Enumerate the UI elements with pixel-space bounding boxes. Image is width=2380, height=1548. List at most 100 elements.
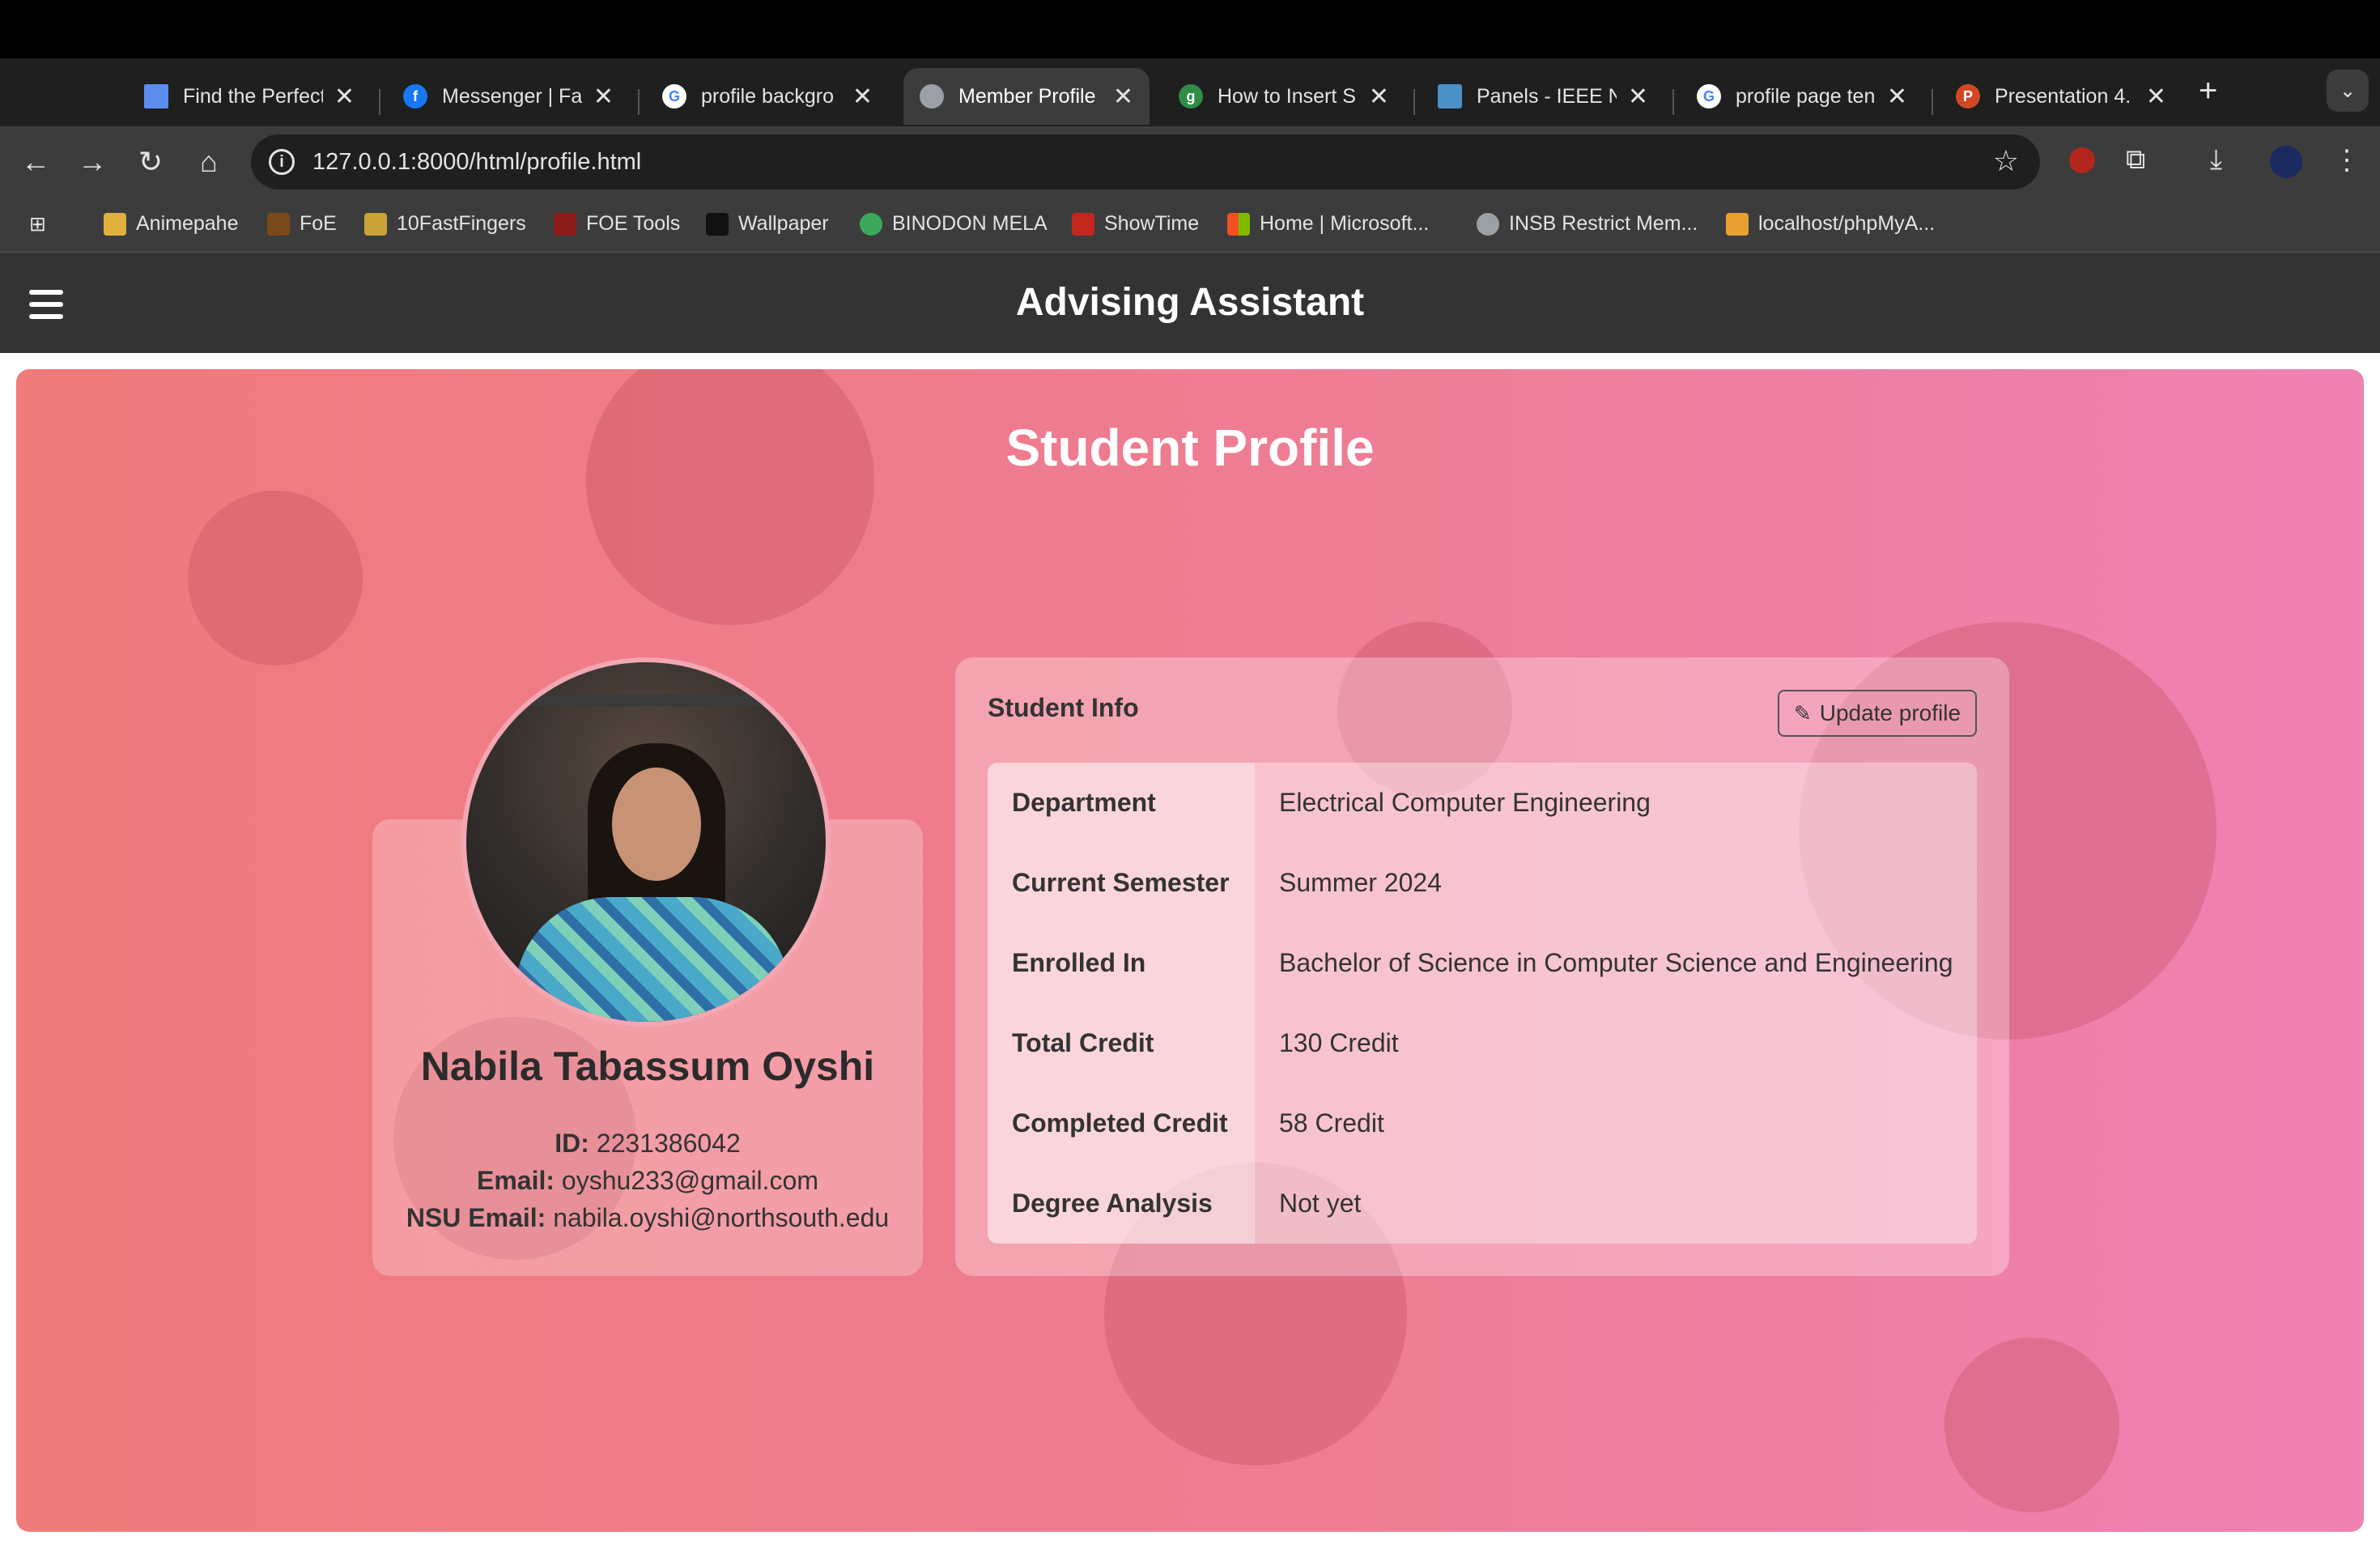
bookmark-star-icon[interactable]: ☆ — [1993, 144, 2019, 178]
address-bar[interactable]: i 127.0.0.1:8000/html/profile.html ☆ — [251, 134, 2040, 189]
background-beam — [466, 695, 826, 706]
student-id-line: ID: 2231386042 — [372, 1129, 923, 1159]
ublock-icon[interactable] — [2069, 147, 2095, 173]
close-tab-icon[interactable]: ✕ — [1113, 83, 1133, 111]
wallpaper-icon — [706, 212, 729, 236]
row-label: Total Credit — [1012, 1028, 1154, 1057]
bookmark-wallpaper[interactable]: Wallpaper — [706, 212, 829, 236]
tab-profile-background[interactable]: G profile backgro ✕ — [646, 68, 889, 125]
close-tab-icon[interactable]: ✕ — [852, 83, 873, 111]
flag-icon — [144, 84, 168, 108]
tab-title: Member Profile — [958, 84, 1096, 108]
table-row: Degree Analysis Not yet — [988, 1163, 1977, 1244]
id-label: ID: — [555, 1129, 589, 1158]
tab-search-icon[interactable]: ⌄ — [2327, 70, 2369, 112]
tab-title: profile backgro — [701, 84, 834, 108]
bookmark-phpmyadmin[interactable]: localhost/phpMyA... — [1726, 212, 1935, 236]
app-header: Advising Assistant — [0, 253, 2380, 353]
student-info-table: Department Electrical Computer Engineeri… — [988, 763, 1977, 1244]
avatar-face — [612, 768, 701, 881]
url-text[interactable]: 127.0.0.1:8000/html/profile.html — [312, 149, 641, 176]
row-label: Department — [1012, 788, 1156, 817]
close-tab-icon[interactable]: ✕ — [1628, 83, 1648, 111]
bookmark-showtime[interactable]: ShowTime — [1072, 212, 1199, 236]
phpmyadmin-icon — [1726, 212, 1749, 236]
site-info-icon[interactable]: i — [269, 149, 295, 175]
bookmark-foe[interactable]: FoE — [267, 212, 337, 236]
bookmarks-bar: ⊞ Animepahe FoE 10FastFingers FOE Tools … — [0, 198, 2380, 253]
tab-find-the-perfect[interactable]: Find the Perfect ✕ — [128, 68, 371, 125]
close-tab-icon[interactable]: ✕ — [593, 83, 614, 111]
hamburger-menu-icon[interactable] — [29, 290, 63, 319]
forward-icon[interactable]: → — [74, 144, 110, 180]
table-row: Current Semester Summer 2024 — [988, 843, 1977, 923]
tab-separator — [1413, 89, 1415, 115]
row-label: Current Semester — [1012, 868, 1230, 897]
home-icon[interactable]: ⌂ — [191, 144, 227, 180]
tab-panels-ieee[interactable]: Panels - IEEE N ✕ — [1422, 68, 1664, 125]
tab-title: profile page ten — [1736, 84, 1876, 108]
row-value: 130 Credit — [1279, 1028, 1399, 1057]
update-profile-button[interactable]: ✎ Update profile — [1778, 690, 1977, 737]
row-label: Completed Credit — [1012, 1108, 1228, 1138]
tab-separator — [1932, 89, 1933, 115]
tab-profile-page-template[interactable]: G profile page ten ✕ — [1681, 68, 1923, 125]
extensions-icon[interactable]: ⧉ — [2126, 144, 2145, 176]
tab-separator — [638, 89, 640, 115]
tab-how-to-insert[interactable]: g How to Insert S ✕ — [1162, 68, 1405, 125]
page-title: Student Profile — [1005, 419, 1375, 477]
google-icon: G — [1697, 84, 1721, 108]
facebook-icon: f — [403, 84, 427, 108]
bookmark-binodon-mela[interactable]: BINODON MELA — [860, 212, 1048, 236]
tab-separator — [1672, 89, 1674, 115]
tab-title: Panels - IEEE N — [1477, 84, 1617, 108]
bookmark-label: localhost/phpMyA... — [1758, 212, 1936, 235]
row-value: 58 Credit — [1279, 1108, 1384, 1138]
download-icon[interactable]: ⤓ — [2210, 144, 2222, 176]
decorative-bubble — [188, 491, 363, 666]
close-tab-icon[interactable]: ✕ — [1887, 83, 1907, 111]
email-value: oyshu233@gmail.com — [561, 1166, 818, 1195]
google-icon: G — [662, 84, 686, 108]
browser-toolbar: ← → ↻ ⌂ i 127.0.0.1:8000/html/profile.ht… — [0, 126, 2380, 198]
fingers-icon — [364, 212, 387, 236]
globe-icon — [920, 84, 944, 108]
table-row: Total Credit 130 Credit — [988, 1003, 1977, 1083]
student-info-title: Student Info — [988, 693, 1139, 722]
tab-presentation[interactable]: P Presentation 4. ✕ — [1940, 68, 2182, 125]
row-label: Enrolled In — [1012, 948, 1146, 977]
kebab-menu-icon[interactable]: ⋮ — [2333, 144, 2361, 176]
table-row: Enrolled In Bachelor of Science in Compu… — [988, 923, 1977, 1003]
bookmark-label: FOE Tools — [586, 212, 681, 235]
row-label: Degree Analysis — [1012, 1189, 1213, 1218]
row-value: Summer 2024 — [1279, 868, 1442, 897]
tab-messenger[interactable]: f Messenger | Fac ✕ — [387, 68, 630, 125]
tab-member-profile[interactable]: Member Profile ✕ — [903, 68, 1150, 125]
profile-avatar-icon[interactable] — [2270, 146, 2302, 178]
id-value: 2231386042 — [596, 1129, 741, 1158]
globe-icon — [860, 212, 882, 236]
bookmark-animepahe[interactable]: Animepahe — [104, 212, 238, 236]
reload-icon[interactable]: ↻ — [133, 144, 168, 180]
close-tab-icon[interactable]: ✕ — [334, 83, 355, 111]
bookmark-10fastfingers[interactable]: 10FastFingers — [364, 212, 526, 236]
geeksforgeeks-icon: g — [1179, 84, 1203, 108]
app-title: Advising Assistant — [1015, 281, 1365, 324]
row-value: Electrical Computer Engineering — [1279, 788, 1651, 817]
table-row: Department Electrical Computer Engineeri… — [988, 763, 1977, 843]
bookmark-microsoft[interactable]: Home | Microsoft... — [1227, 212, 1429, 236]
decorative-bubble — [1944, 1337, 2119, 1512]
globe-icon — [1477, 212, 1499, 236]
table-row: Completed Credit 58 Credit — [988, 1083, 1977, 1163]
profile-hero: Student Profile Nabila Tabassum Oyshi ID… — [16, 369, 2364, 1532]
close-tab-icon[interactable]: ✕ — [2146, 83, 2166, 111]
bookmark-label: FoE — [300, 212, 337, 235]
apps-grid-icon[interactable]: ⊞ — [29, 212, 46, 236]
close-tab-icon[interactable]: ✕ — [1369, 83, 1389, 111]
bookmark-label: INSB Restrict Mem... — [1509, 212, 1698, 235]
bookmark-foe-tools[interactable]: FOE Tools — [554, 212, 680, 236]
new-tab-icon[interactable]: + — [2199, 74, 2217, 107]
back-icon[interactable]: ← — [18, 144, 53, 180]
bookmark-insb[interactable]: INSB Restrict Mem... — [1477, 212, 1698, 236]
window-titlebar — [0, 0, 2380, 58]
